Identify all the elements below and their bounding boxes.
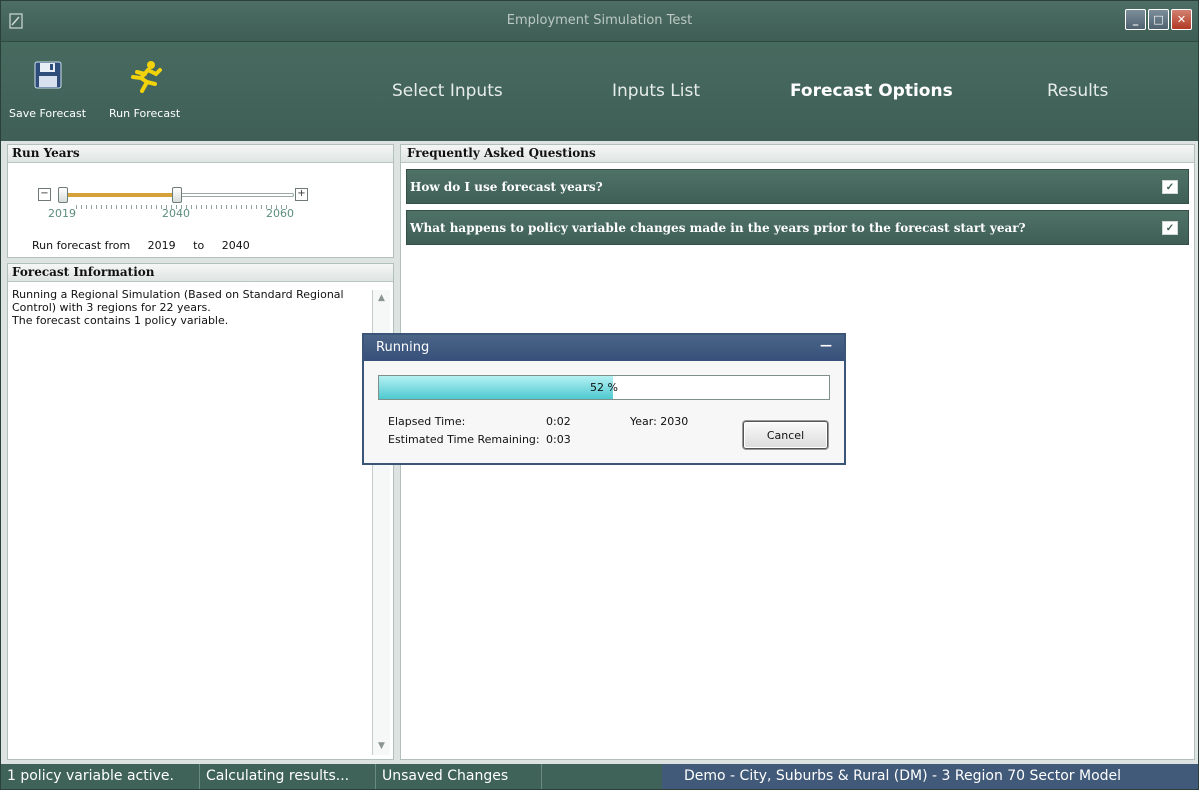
run-years-title: Run Years (8, 145, 393, 163)
forecast-info-text: Running a Regional Simulation (Based on … (8, 282, 363, 333)
forecast-info-line1: Running a Regional Simulation (Based on … (12, 288, 344, 314)
save-forecast-label: Save Forecast (9, 107, 87, 120)
faq-item-forecast-years[interactable]: How do I use forecast years? ✓ (406, 169, 1189, 204)
floppy-disk-icon (34, 61, 62, 89)
running-man-icon (130, 61, 162, 93)
maximize-button[interactable]: □ (1148, 9, 1169, 30)
window-title: Employment Simulation Test (506, 13, 693, 28)
running-dialog: Running — 52 % Elapsed Time: 0:02 Year: … (362, 333, 846, 465)
chevron-down-icon[interactable]: ✓ (1162, 221, 1178, 235)
nav-bar: Save Forecast Run Forecast Select Inputs… (1, 42, 1198, 141)
forecast-info-panel: Forecast Information Running a Regional … (7, 263, 394, 760)
close-button[interactable]: ✕ (1171, 9, 1192, 30)
run-forecast-button[interactable]: Run Forecast (109, 60, 180, 120)
run-from-label: Run forecast from (32, 239, 131, 252)
run-years-panel: Run Years − + 2019 2040 2060 Run forecas… (7, 144, 394, 258)
tab-results[interactable]: Results (1047, 81, 1108, 101)
remaining-value: 0:03 (546, 433, 571, 446)
slider-decrease-button[interactable]: − (38, 188, 51, 201)
save-forecast-button[interactable]: Save Forecast (9, 60, 86, 120)
slider-max-label: 2060 (266, 207, 294, 220)
tab-forecast-options[interactable]: Forecast Options (790, 81, 953, 101)
slider-mid-label: 2040 (162, 207, 190, 220)
minimize-button[interactable]: _ (1125, 9, 1146, 30)
slider-start-thumb[interactable] (58, 187, 68, 203)
forecast-info-line2: The forecast contains 1 policy variable. (12, 314, 229, 327)
dialog-title: Running (364, 335, 844, 361)
slider-end-thumb[interactable] (172, 187, 182, 203)
elapsed-value: 0:02 (546, 415, 571, 428)
slider-min-label: 2019 (48, 207, 76, 220)
slider-increase-button[interactable]: + (295, 188, 308, 201)
cancel-button[interactable]: Cancel (743, 421, 828, 449)
scroll-up-arrow-icon[interactable]: ▲ (373, 290, 390, 307)
status-calculating: Calculating results... (200, 764, 376, 789)
dialog-minimize-button[interactable]: — (820, 338, 832, 352)
progress-bar: 52 % (378, 375, 830, 400)
status-model: Demo - City, Suburbs & Rural (DM) - 3 Re… (662, 764, 1198, 789)
faq-title: Frequently Asked Questions (401, 145, 1194, 163)
run-range-summary: Run forecast from 2019 to 2040 (32, 239, 264, 252)
faq-question: What happens to policy variable changes … (410, 221, 1026, 235)
run-to-label: to (193, 239, 205, 252)
faq-question: How do I use forecast years? (410, 180, 603, 194)
slider-selected-range (64, 193, 182, 197)
tab-select-inputs[interactable]: Select Inputs (392, 81, 503, 101)
elapsed-label: Elapsed Time: (388, 415, 466, 428)
tab-inputs-list[interactable]: Inputs List (612, 81, 700, 101)
status-policy: 1 policy variable active. (1, 764, 200, 789)
run-forecast-label: Run Forecast (109, 107, 181, 120)
run-from-value: 2019 (147, 239, 176, 252)
chevron-down-icon[interactable]: ✓ (1162, 180, 1178, 194)
forecast-info-title: Forecast Information (8, 264, 393, 282)
progress-text: 52 % (590, 381, 618, 394)
faq-item-policy-changes[interactable]: What happens to policy variable changes … (406, 210, 1189, 245)
run-to-value: 2040 (221, 239, 250, 252)
app-window: Employment Simulation Test _ □ ✕ Save Fo… (0, 0, 1199, 790)
title-bar: Employment Simulation Test _ □ ✕ (1, 1, 1198, 42)
current-year: Year: 2030 (630, 415, 689, 428)
status-unsaved: Unsaved Changes (376, 764, 542, 789)
status-bar: 1 policy variable active. Calculating re… (1, 764, 1198, 789)
year-range-slider: − + 2019 2040 2060 Run forecast from 201… (8, 163, 393, 252)
remaining-label: Estimated Time Remaining: (388, 433, 540, 446)
scroll-down-arrow-icon[interactable]: ▼ (373, 738, 390, 755)
